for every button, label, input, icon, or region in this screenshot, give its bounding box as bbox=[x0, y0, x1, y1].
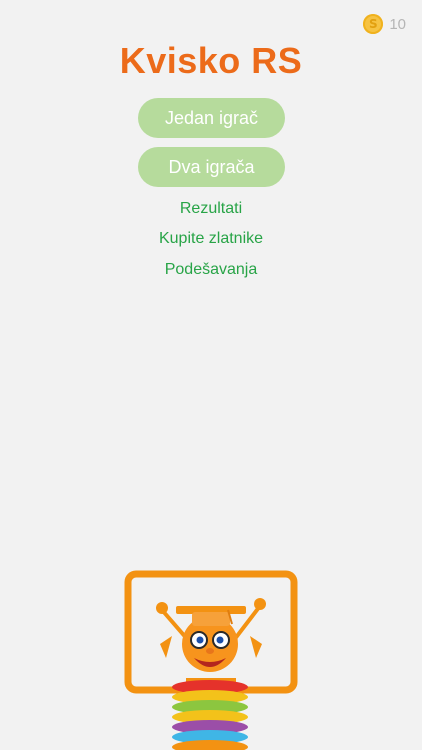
coin-count: 10 bbox=[389, 15, 406, 33]
coin-balance: S 10 bbox=[363, 14, 406, 34]
gold-coin-icon: S bbox=[363, 14, 384, 34]
single-player-button[interactable]: Jedan igrač bbox=[138, 98, 285, 138]
app-title: Kvisko RS bbox=[119, 40, 303, 81]
results-link[interactable]: Rezultati bbox=[0, 200, 422, 218]
settings-link[interactable]: Podešavanja bbox=[0, 261, 422, 279]
two-players-button[interactable]: Dva igrača bbox=[138, 147, 285, 187]
buy-gold-link[interactable]: Kupite zlatnike bbox=[0, 230, 422, 248]
robot-mascot-icon bbox=[124, 570, 298, 750]
